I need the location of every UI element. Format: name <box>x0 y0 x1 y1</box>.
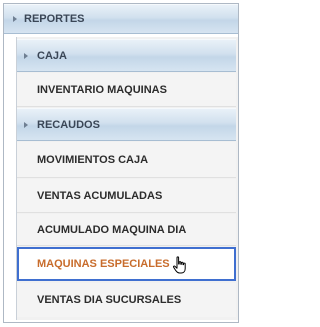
chevron-right-icon <box>24 53 28 59</box>
menu-item-maquinas-especiales[interactable]: MAQUINAS ESPECIALES <box>17 247 236 281</box>
menu-item-label: VENTAS DIA SUCURSALES <box>37 294 182 306</box>
menu-item-label: VENTAS ACUMULADAS <box>37 189 163 202</box>
hand-pointer-icon <box>172 256 186 274</box>
submenu-recaudos-label: RECAUDOS <box>37 118 100 131</box>
menu-item-label: ACUMULADO MAQUINA DIA <box>37 223 187 236</box>
chevron-right-icon <box>13 16 17 22</box>
menu-item-movimientos-caja[interactable]: MOVIMIENTOS CAJA <box>17 142 236 178</box>
menu-root-reportes[interactable]: REPORTES <box>4 4 238 34</box>
menu-item-ventas-acumuladas[interactable]: VENTAS ACUMULADAS <box>17 179 236 213</box>
submenu-caja-label: CAJA <box>37 49 67 62</box>
submenu-caja[interactable]: CAJA <box>17 39 236 72</box>
menu-item-ventas-dia-sucursales[interactable]: VENTAS DIA SUCURSALES <box>17 283 236 317</box>
chevron-right-icon <box>24 122 28 128</box>
menu-item-label: INVENTARIO MAQUINAS <box>37 83 167 96</box>
reports-menu: REPORTES CAJA INVENTARIO MAQUINAS RECAUD… <box>0 0 244 327</box>
submenu-recaudos[interactable]: RECAUDOS <box>17 108 236 141</box>
menu-item-label: MOVIMIENTOS CAJA <box>37 153 149 166</box>
menu-root-label: REPORTES <box>24 13 85 25</box>
menu-item-label: MAQUINAS ESPECIALES <box>37 258 170 270</box>
menu-item-inventario-maquinas[interactable]: INVENTARIO MAQUINAS <box>17 73 236 107</box>
menu-item-acumulado-maquina-dia[interactable]: ACUMULADO MAQUINA DIA <box>17 214 236 246</box>
